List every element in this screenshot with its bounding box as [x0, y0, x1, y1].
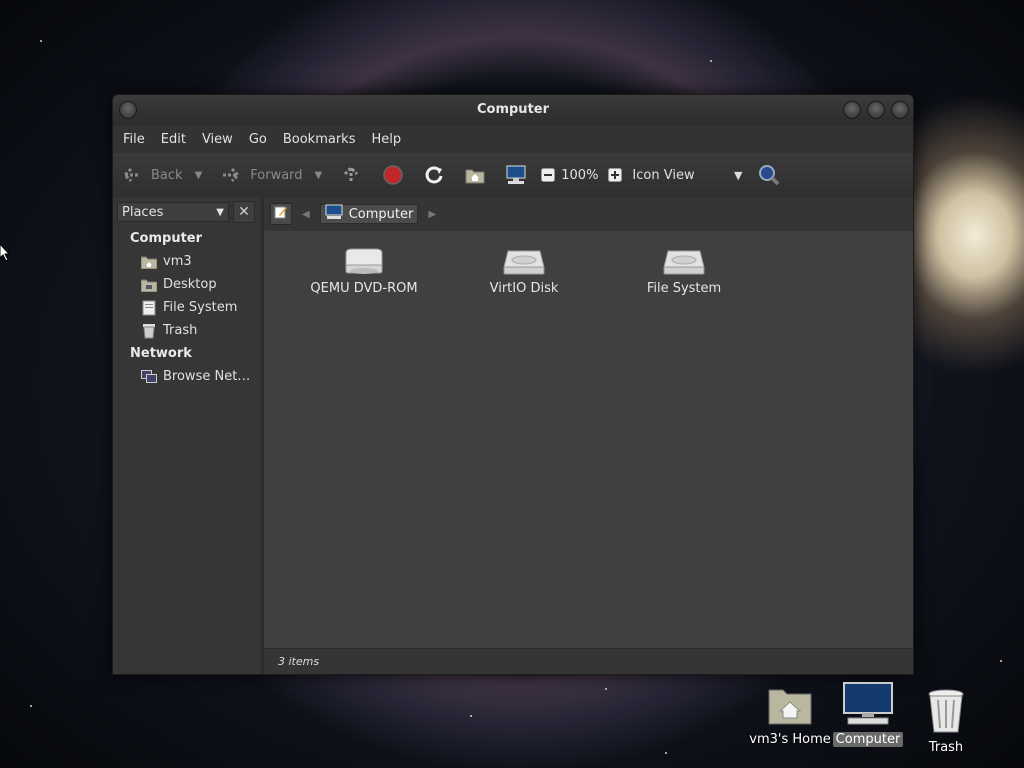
places-sidebar: Places ▼ ✕ Computer vm3 Desktop File Sys… — [113, 197, 264, 674]
path-left-arrow-icon[interactable]: ◀ — [302, 209, 310, 220]
desktop-icon-label: Computer — [832, 732, 904, 747]
zoom-level: 100% — [561, 167, 599, 183]
computer-icon — [325, 204, 343, 224]
file-item-virtio-disk[interactable]: VirtIO Disk — [454, 247, 594, 296]
icon-view: QEMU DVD-ROM VirtIO Disk File System — [264, 231, 913, 649]
mouse-cursor — [0, 244, 10, 262]
sidebar-item-label: File System — [163, 300, 238, 315]
menu-help[interactable]: Help — [365, 132, 407, 147]
menu-edit[interactable]: Edit — [155, 132, 192, 147]
up-arrow-icon — [340, 164, 362, 186]
forward-history-dropdown-icon[interactable]: ▼ — [315, 170, 323, 181]
trash-icon — [141, 323, 157, 339]
stop-icon — [382, 164, 404, 186]
menu-view[interactable]: View — [196, 132, 239, 147]
forward-label: Forward — [250, 167, 303, 183]
path-bar: ◀ Computer ▶ — [264, 197, 913, 231]
desktop-icon-trash[interactable]: Trash — [901, 688, 991, 755]
sidebar-item-desktop[interactable]: Desktop — [113, 273, 261, 296]
back-arrow-icon — [121, 164, 143, 186]
chevron-down-icon: ▼ — [216, 206, 224, 218]
path-right-arrow-icon[interactable]: ▶ — [428, 209, 436, 220]
window-menu-button[interactable] — [119, 101, 137, 119]
file-manager-window[interactable]: Computer File Edit View Go Bookmarks Hel… — [112, 94, 914, 675]
zoom-in-button[interactable] — [604, 164, 626, 186]
reload-button[interactable] — [423, 164, 445, 186]
sidebar-item-browse-network[interactable]: Browse Net… — [113, 365, 261, 388]
menu-go[interactable]: Go — [243, 132, 273, 147]
path-button-computer[interactable]: Computer — [319, 204, 419, 224]
window-title: Computer — [476, 102, 550, 117]
sidebar-section-network: Network — [130, 346, 192, 361]
computer-icon — [505, 164, 527, 186]
view-mode-select[interactable]: Icon View ▼ — [632, 168, 742, 183]
chevron-down-icon: ▼ — [733, 168, 743, 182]
hard-disk-icon — [502, 247, 546, 275]
path-button-label: Computer — [348, 206, 414, 222]
back-label: Back — [151, 167, 183, 183]
sidebar-item-vm3[interactable]: vm3 — [113, 250, 261, 273]
sidebar-item-label: vm3 — [163, 254, 192, 269]
search-button[interactable] — [758, 164, 780, 186]
desktop-folder-icon — [141, 277, 157, 293]
hard-disk-icon — [662, 247, 706, 275]
search-icon — [758, 164, 780, 186]
file-item-qemu-dvd-rom[interactable]: QEMU DVD-ROM — [294, 247, 434, 296]
home-button[interactable] — [464, 164, 486, 186]
home-folder-icon — [745, 684, 835, 730]
back-history-dropdown-icon[interactable]: ▼ — [195, 170, 203, 181]
minimize-button[interactable] — [843, 101, 861, 119]
sidebar-item-trash[interactable]: Trash — [113, 319, 261, 342]
status-bar: 3 items — [264, 648, 913, 674]
close-icon: ✕ — [238, 204, 250, 220]
trash-icon — [901, 688, 991, 738]
back-button[interactable]: Back ▼ — [121, 164, 202, 186]
computer-icon — [823, 682, 913, 730]
menu-file[interactable]: File — [117, 132, 151, 147]
sidebar-item-label: Browse Net… — [163, 369, 251, 384]
home-folder-icon — [141, 254, 157, 270]
file-item-file-system[interactable]: File System — [614, 247, 754, 296]
desktop-icon-label: vm3's Home — [749, 732, 831, 747]
sidebar-item-label: Desktop — [163, 277, 217, 292]
stop-button[interactable] — [382, 164, 404, 186]
sidebar-section-computer: Computer — [130, 231, 203, 246]
home-folder-icon — [464, 164, 486, 186]
forward-button[interactable]: Forward ▼ — [220, 164, 322, 186]
forward-arrow-icon — [220, 164, 242, 186]
file-item-label: File System — [646, 281, 722, 296]
close-sidebar-button[interactable]: ✕ — [233, 201, 255, 223]
toolbar: Back ▼ Forward ▼ 100% Icon View ▼ — [113, 153, 913, 198]
file-item-label: QEMU DVD-ROM — [310, 281, 418, 296]
up-button[interactable] — [340, 164, 362, 186]
file-system-icon — [141, 300, 157, 316]
desktop-icon-computer[interactable]: Computer — [823, 682, 913, 747]
reload-icon — [423, 164, 445, 186]
location-toggle-button[interactable] — [270, 203, 292, 225]
zoom-out-button[interactable] — [537, 164, 559, 186]
desktop-icon-home[interactable]: vm3's Home — [745, 684, 835, 747]
menu-bookmarks[interactable]: Bookmarks — [277, 132, 362, 147]
maximize-button[interactable] — [867, 101, 885, 119]
places-selector-label: Places — [122, 204, 164, 220]
desktop-icon-label: Trash — [928, 740, 964, 755]
title-bar[interactable]: Computer — [113, 95, 913, 125]
computer-button[interactable] — [505, 164, 527, 186]
close-button[interactable] — [891, 101, 909, 119]
optical-drive-icon — [342, 247, 386, 275]
edit-icon — [274, 205, 288, 223]
zoom-in-icon — [604, 164, 626, 186]
view-mode-label: Icon View — [632, 167, 695, 183]
menu-bar: File Edit View Go Bookmarks Help — [113, 125, 913, 153]
content-pane: ◀ Computer ▶ QEMU DVD-ROM VirtIO Disk Fi… — [264, 197, 913, 674]
file-item-label: VirtIO Disk — [489, 281, 559, 296]
network-icon — [141, 369, 157, 385]
zoom-out-icon — [537, 164, 559, 186]
sidebar-item-file-system[interactable]: File System — [113, 296, 261, 319]
sidebar-item-label: Trash — [163, 323, 198, 338]
places-selector[interactable]: Places ▼ — [117, 202, 229, 222]
